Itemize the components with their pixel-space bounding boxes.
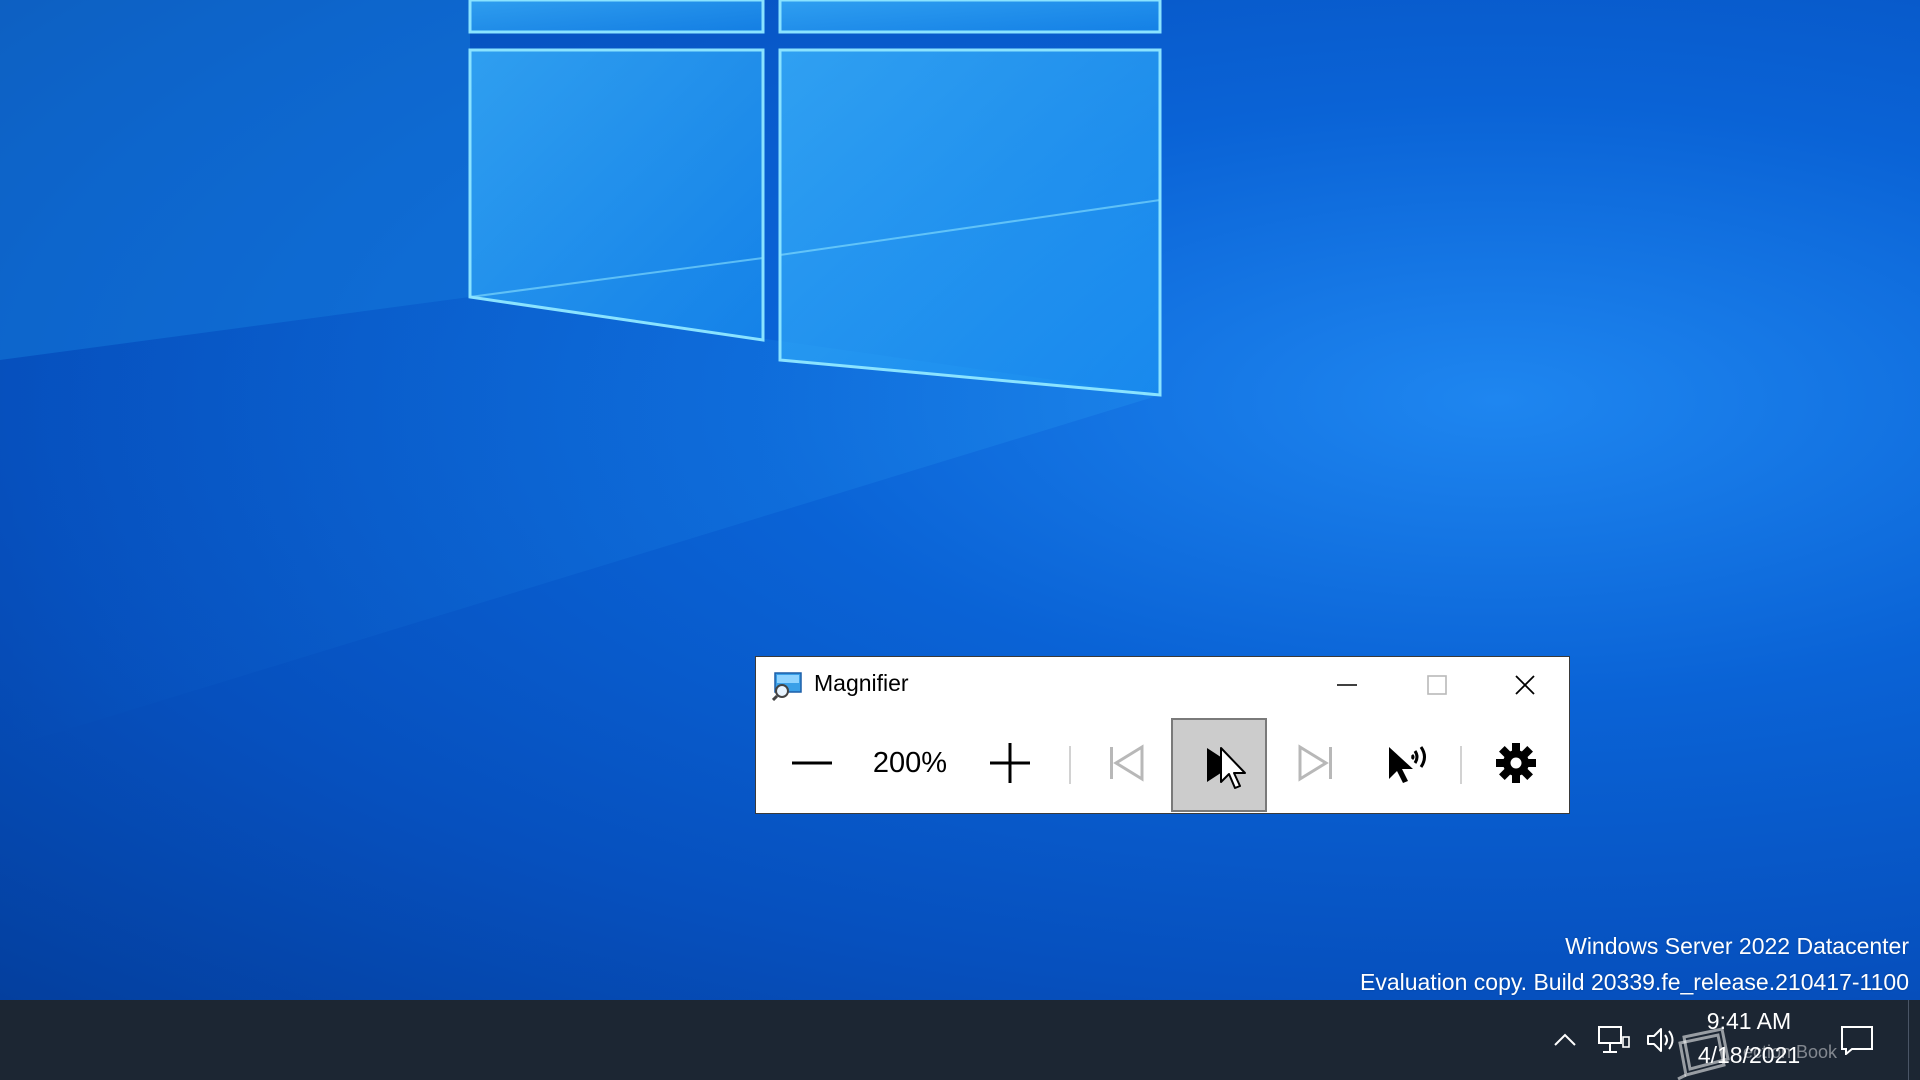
read-from-here-button[interactable] <box>1361 721 1456 805</box>
plus-icon <box>990 743 1030 783</box>
close-button[interactable] <box>1480 657 1570 713</box>
gear-icon <box>1496 743 1536 783</box>
toolbar-separator <box>1460 746 1462 784</box>
overlay-caption: ection Book <box>1743 1042 1838 1062</box>
zoom-out-button[interactable] <box>770 721 854 805</box>
chevron-up-icon <box>1554 1033 1576 1046</box>
network-button[interactable] <box>1593 1000 1635 1080</box>
network-icon <box>1598 1026 1630 1053</box>
skip-next-icon <box>1298 744 1332 782</box>
windows-logo-wallpaper <box>0 0 1162 750</box>
notification-icon <box>1841 1026 1873 1055</box>
show-desktop-button[interactable] <box>1908 1000 1920 1080</box>
minus-icon <box>792 761 832 765</box>
desktop: Magnifier 200% Windows Server 2022 Datac… <box>0 0 1920 1000</box>
play-button[interactable] <box>1171 718 1267 812</box>
window-title: Magnifier <box>814 670 909 696</box>
magnifier-app-icon <box>772 672 802 701</box>
show-hidden-icons-button[interactable] <box>1548 1000 1582 1080</box>
play-icon <box>1207 748 1233 782</box>
zoom-in-button[interactable] <box>968 721 1052 805</box>
next-sentence-button[interactable] <box>1271 721 1361 805</box>
book-icon <box>1677 1027 1730 1080</box>
magnifier-window: Magnifier 200% <box>755 656 1570 814</box>
magnifier-toolbar: 200% <box>756 713 1569 813</box>
minimize-icon <box>1337 684 1357 686</box>
settings-button[interactable] <box>1471 721 1561 805</box>
taskbar: 9:41 AM 4/18/2021 <box>0 1000 1920 1080</box>
watermark-edition: Windows Server 2022 Datacenter <box>1565 933 1909 959</box>
zoom-level: 200% <box>872 746 948 779</box>
os-watermark: Windows Server 2022 Datacenter Evaluatio… <box>1360 928 1909 1000</box>
skip-previous-icon <box>1110 744 1144 782</box>
maximize-icon <box>1427 675 1447 695</box>
previous-sentence-button[interactable] <box>1081 721 1171 805</box>
toolbar-separator <box>1069 746 1071 784</box>
title-bar[interactable]: Magnifier <box>756 657 1569 713</box>
minimize-button[interactable] <box>1302 657 1392 713</box>
action-center-button[interactable] <box>1830 1000 1884 1080</box>
maximize-button[interactable] <box>1392 657 1482 713</box>
close-icon <box>1515 675 1535 695</box>
pointer-speaker-icon <box>1388 746 1426 783</box>
watermark-build: Evaluation copy. Build 20339.fe_release.… <box>1359 969 1909 995</box>
